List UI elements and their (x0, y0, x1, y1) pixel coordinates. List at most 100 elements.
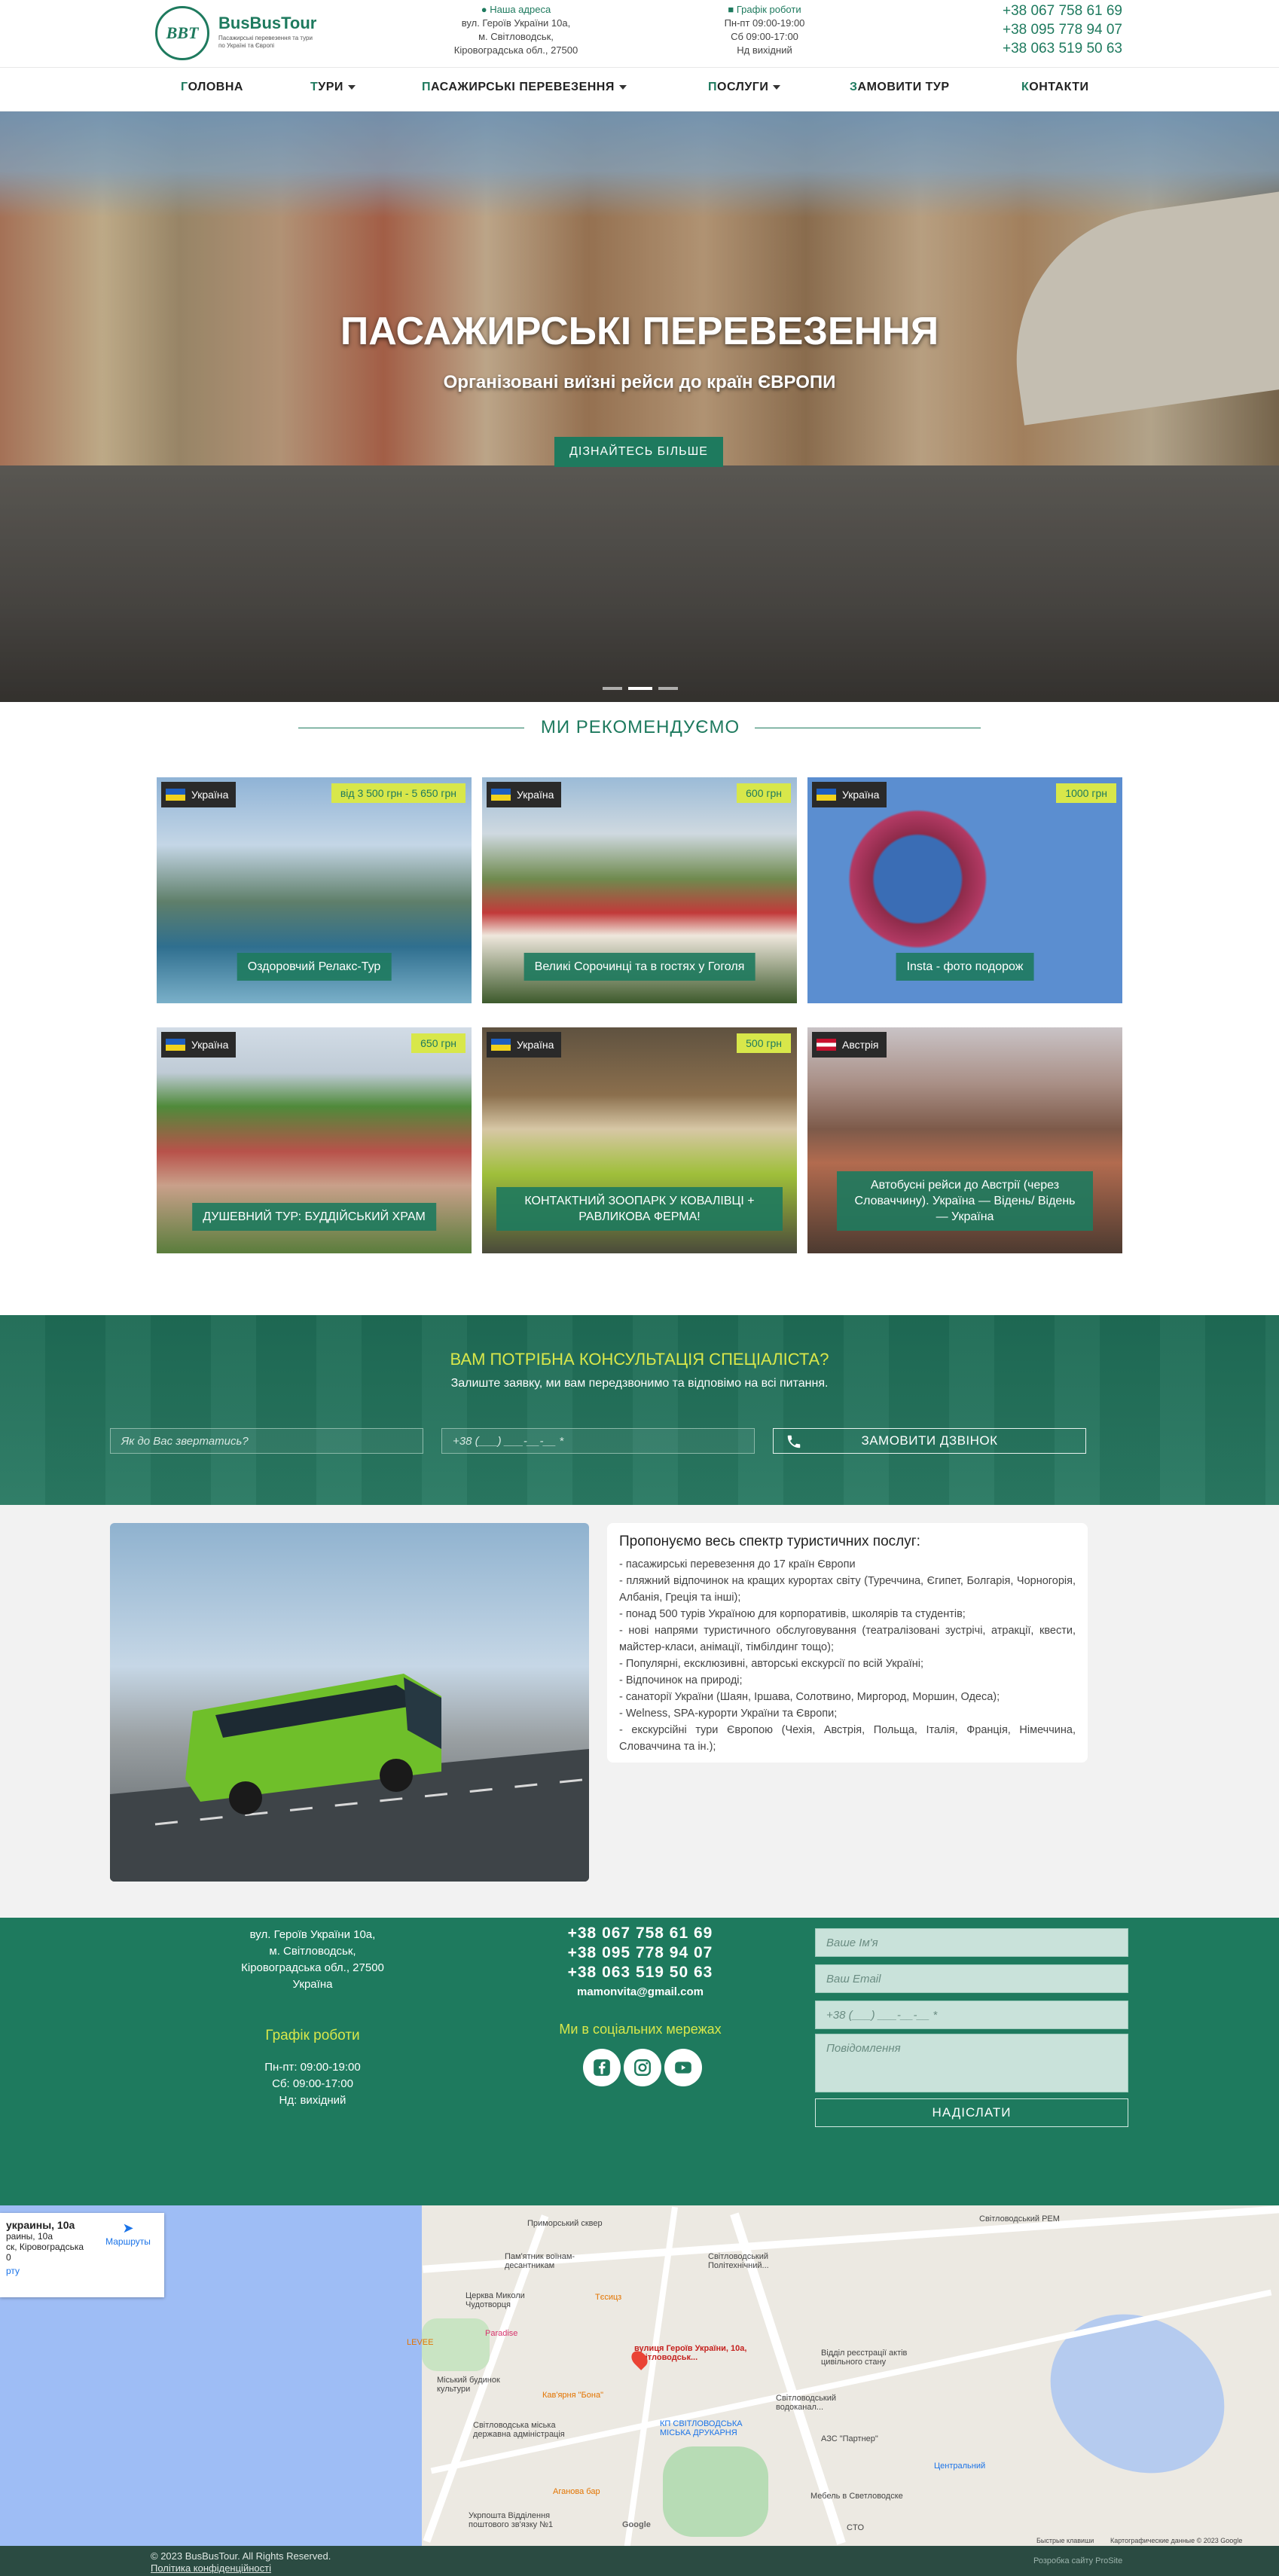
country-badge: Україна (812, 782, 887, 807)
send-button[interactable]: НАДІСЛАТИ (815, 2098, 1128, 2127)
tour-card-title[interactable]: Автобусні рейси до Австрії (через Словач… (837, 1171, 1093, 1231)
consultation-title: ВАМ ПОТРІБНА КОНСУЛЬТАЦІЯ СПЕЦІАЛІСТА? (450, 1350, 829, 1369)
order-call-label: ЗАМОВИТИ ДЗВІНОК (861, 1433, 998, 1448)
phone-link[interactable]: +38 063 519 50 63 (979, 39, 1122, 58)
phone-link[interactable]: +38 067 758 61 69 (505, 1924, 776, 1943)
list-item: - екскурсійні тури Європою (Чехія, Австр… (619, 1724, 1076, 1753)
name-field[interactable]: Ваше Ім'я (815, 1928, 1128, 1957)
flag-ua-icon (166, 1039, 185, 1051)
map-label: Відділ реєстрації актів цивільного стану (821, 2349, 908, 2367)
tour-card-title[interactable]: ДУШЕВНИЙ ТУР: БУДДІЙСЬКИЙ ХРАМ (192, 1203, 436, 1231)
map-label: Укрпошта Відділення поштового зв'язку №1 (469, 2511, 554, 2529)
tour-card-title[interactable]: Insta - фото подорож (896, 953, 1034, 981)
address-title: Наша адреса (490, 4, 551, 15)
list-item: - нові напрями туристичного обслуговуван… (619, 1625, 1076, 1653)
email-field[interactable]: Ваш Email (815, 1964, 1128, 1993)
youtube-icon[interactable] (664, 2049, 702, 2086)
list-item: - пляжний відпочинок на кращих курортах … (619, 1575, 1076, 1604)
hero-subtitle: Організовані виїзні рейси до країн ЄВРОП… (443, 372, 836, 392)
slider-dot[interactable] (603, 687, 622, 690)
price-badge: 650 грн (411, 1033, 466, 1053)
map-label: Приморський сквер (527, 2219, 603, 2228)
tour-card[interactable]: Австрія Автобусні рейси до Австрії (чере… (807, 1027, 1122, 1253)
name-input[interactable]: Як до Вас звертатись? (110, 1428, 423, 1454)
bus-icon: ■ (728, 4, 734, 15)
map-keyboard-link[interactable]: Быстрые клавиши (1036, 2537, 1094, 2544)
map-label: Аганова бар (553, 2487, 600, 2496)
tour-card[interactable]: Україна від 3 500 грн - 5 650 грн Оздоро… (157, 777, 472, 1003)
slider-dot[interactable] (658, 687, 678, 690)
schedule-title: Графік роботи (736, 4, 801, 15)
social-title: Ми в соціальних мережах (559, 2022, 722, 2037)
schedule-line: Пн-пт 09:00-19:00 (724, 17, 805, 29)
map-label: Світловодська міська державна адміністра… (473, 2421, 565, 2439)
footer-email[interactable]: mamonvita@gmail.com (505, 1985, 776, 1998)
flag-at-icon (817, 1039, 836, 1051)
country-badge: Україна (161, 782, 237, 807)
tour-card-title[interactable]: КОНТАКТНИЙ ЗООПАРК у КОВАЛІВЦІ + РАВЛИКО… (496, 1187, 783, 1231)
nav-item-order[interactable]: Замовити тур (850, 81, 950, 94)
map-label: Світловодський водоканал... (776, 2394, 837, 2412)
map-routes-button[interactable]: ➤ Маршруты (105, 2220, 151, 2247)
chevron-down-icon (618, 84, 627, 90)
phone-field[interactable]: +38 (___) ___-__-__ * (815, 2001, 1128, 2029)
phone-link[interactable]: +38 063 519 50 63 (505, 1963, 776, 1982)
tour-card-title[interactable]: Оздоровчий Релакс-Тур (237, 953, 392, 981)
slider-dot-active[interactable] (628, 687, 652, 690)
map-place-card[interactable]: украины, 10а раины, 10а ск, Кіровоградсь… (0, 2213, 164, 2297)
map-label: Центральний (934, 2462, 986, 2471)
header-phones: +38 067 758 61 69 +38 095 778 94 07 +38 … (979, 2, 1122, 58)
address-line: м. Світловодськ, (478, 31, 554, 42)
phone-link[interactable]: +38 067 758 61 69 (979, 2, 1122, 20)
map-pin-label[interactable]: вулиця Героїв України, 10а, Світловодськ… (634, 2344, 770, 2362)
phone-link[interactable]: +38 095 778 94 07 (979, 20, 1122, 39)
brand-name[interactable]: BusBusTour (218, 14, 316, 33)
phone-input[interactable]: +38 (___) ___-__-__ * (441, 1428, 755, 1454)
schedule-line: Сб 09:00-17:00 (731, 31, 798, 42)
footer-phones: +38 067 758 61 69 +38 095 778 94 07 +38 … (505, 1924, 776, 1982)
map-label: CTO (847, 2523, 865, 2532)
consultation-section (0, 1315, 1279, 1505)
header-address: ● Наша адреса вул. Героїв України 10а, м… (437, 3, 595, 57)
privacy-link[interactable]: Політика конфіденційності (151, 2562, 271, 2574)
instagram-icon[interactable] (624, 2049, 661, 2086)
nav-item-home[interactable]: Головна (181, 81, 243, 94)
nav-item-transport[interactable]: Пасажирські перевезення (422, 81, 627, 94)
nav-item-tours[interactable]: Тури (310, 81, 356, 94)
logo[interactable]: BBT (155, 6, 209, 60)
bus-photo (110, 1523, 589, 1882)
directions-icon: ➤ (122, 2220, 134, 2236)
flag-ua-icon (166, 789, 185, 801)
map-label: Міський будинок культури (437, 2376, 500, 2394)
map-label: Пам'ятник воїнам-десантникам (505, 2252, 575, 2270)
map-label: LEVEE (407, 2338, 434, 2347)
order-call-button[interactable]: ЗАМОВИТИ ДЗВІНОК (773, 1428, 1086, 1454)
google-map[interactable] (0, 2205, 1279, 2546)
map-card-link[interactable]: рту (6, 2266, 158, 2276)
developer-credit[interactable]: Розробка сайту ProSite (1033, 2556, 1122, 2565)
list-item: - пасажирські перевезення до 17 країн Єв… (619, 1558, 856, 1570)
flag-ua-icon (491, 789, 511, 801)
logo-text: BBT (166, 23, 199, 42)
brand-slogan: Пасажирські перевезення та тури по Украї… (218, 35, 313, 49)
message-field[interactable]: Повідомлення (815, 2034, 1128, 2092)
facebook-icon[interactable] (583, 2049, 621, 2086)
services-box: Пропонуємо весь спектр туристичних послу… (607, 1523, 1088, 1763)
tour-card-title[interactable]: Великі Сорочинці та в гостях у Гоголя (524, 953, 755, 981)
nav-item-contacts[interactable]: Контакти (1021, 81, 1089, 94)
country-badge: Україна (487, 782, 562, 807)
tour-card[interactable]: Україна 650 грн ДУШЕВНИЙ ТУР: БУДДІЙСЬКИ… (157, 1027, 472, 1253)
learn-more-button[interactable]: ДІЗНАЙТЕСЬ БІЛЬШЕ (554, 437, 723, 467)
chevron-down-icon (773, 84, 781, 90)
phone-link[interactable]: +38 095 778 94 07 (505, 1943, 776, 1963)
chevron-down-icon (347, 84, 356, 90)
address-line: Кіровоградська обл., 27500 (453, 44, 578, 56)
list-item: - Welness, SPA-курорти України та Європи… (619, 1708, 838, 1720)
tour-card[interactable]: Україна 1000 грн Insta - фото подорож (807, 777, 1122, 1003)
tour-card[interactable]: Україна 600 грн Великі Сорочинці та в го… (482, 777, 797, 1003)
country-badge: Австрія (812, 1032, 887, 1058)
schedule-line: Нд вихідний (737, 44, 792, 56)
copyright: © 2023 BusBusTour. All Rights Reserved. … (151, 2550, 331, 2574)
nav-item-services[interactable]: Послуги (708, 81, 781, 94)
tour-card[interactable]: Україна 500 грн КОНТАКТНИЙ ЗООПАРК у КОВ… (482, 1027, 797, 1253)
